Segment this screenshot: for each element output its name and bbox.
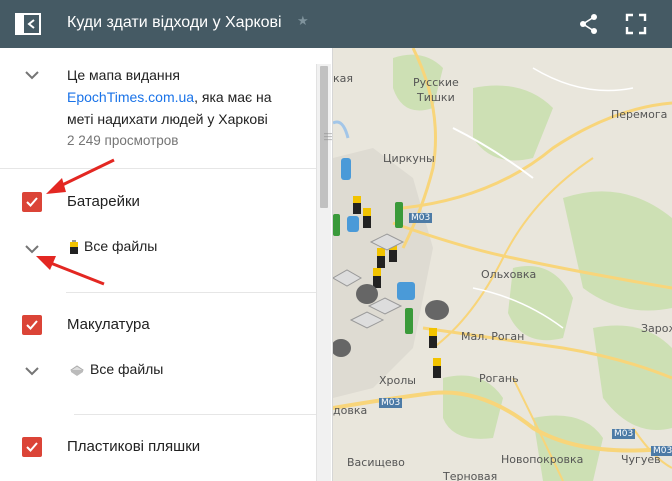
paper-marker[interactable] [349,311,385,329]
layer-label-paper[interactable]: Макулатура [67,316,150,333]
battery-marker[interactable] [377,248,385,268]
bottle-marker[interactable] [333,214,340,236]
layer-label-plastic[interactable]: Пластикові пляшки [67,438,200,455]
chevron-down-icon[interactable] [24,366,40,376]
map-place: Рогань [479,372,519,385]
paper-icon [70,365,84,377]
sidebar-scrollbar[interactable]: — — — [316,64,332,481]
battery-marker[interactable] [433,358,441,378]
map-place: Зарож [641,322,672,335]
map-place: Перемога [611,108,668,121]
chevron-down-icon[interactable] [24,70,40,80]
divider [74,414,316,415]
sidebar-toggle-icon[interactable] [14,12,42,36]
plastic-marker[interactable] [341,158,351,180]
layer-checkbox-plastic[interactable] [22,437,42,457]
description-text: , яка має на [194,89,272,105]
map-canvas[interactable]: кая Русские Тишки Перемога Циркуны Ольхо… [333,48,672,481]
paper-marker[interactable] [369,233,405,251]
description-text: Це мапа видання [67,67,180,83]
map-place: Новопокровка [501,453,584,466]
views-count: 2 249 просмотров [67,133,179,148]
map-description: Це мапа видання EpochTimes.com.ua, яка м… [67,64,307,152]
layer-checkbox-paper[interactable] [22,315,42,335]
epochtimes-link[interactable]: EpochTimes.com.ua [67,89,194,105]
description-text: меті надихати людей у Харкові [67,111,268,127]
battery-marker[interactable] [429,328,437,348]
map-header: Куди здати відходи у Харкові ★ [0,0,672,48]
star-icon[interactable]: ★ [297,13,309,29]
map-place: Ольховка [481,268,537,281]
map-place: довка [333,404,368,417]
battery-marker[interactable] [373,268,381,288]
all-files-label: Все файлы [90,361,164,377]
annotation-arrow [46,158,115,194]
layer-style-paper[interactable]: Все файлы [70,361,163,377]
paper-marker[interactable] [333,269,363,287]
map-place: кая [333,72,354,85]
road-label: М03 [612,429,636,439]
road-label: М03 [651,446,672,456]
layers-panel: Це мапа видання EpochTimes.com.ua, яка м… [0,48,333,481]
map-markers [333,158,449,378]
battery-marker[interactable] [363,208,371,228]
map-place: Русские [413,76,459,89]
bottle-marker[interactable] [395,202,403,228]
share-icon[interactable] [578,12,600,36]
plastic-marker[interactable] [397,282,415,300]
barrel-marker[interactable] [356,284,378,304]
map-title: Куди здати відходи у Харкові [67,14,282,31]
plastic-marker[interactable] [347,216,359,232]
scrollbar-thumb[interactable]: — — — [320,66,332,208]
barrel-marker[interactable] [425,300,449,320]
map-place: Терновая [443,470,498,481]
road-label: М03 [379,398,403,408]
map-place: Тишки [417,91,455,104]
map-place: Васищево [347,456,405,469]
barrel-marker[interactable] [333,339,351,357]
fullscreen-icon[interactable] [625,13,647,35]
bottle-marker[interactable] [405,308,413,334]
layer-checkbox-batteries[interactable] [22,192,42,212]
battery-marker[interactable] [353,196,361,214]
annotation-arrow [36,256,105,286]
